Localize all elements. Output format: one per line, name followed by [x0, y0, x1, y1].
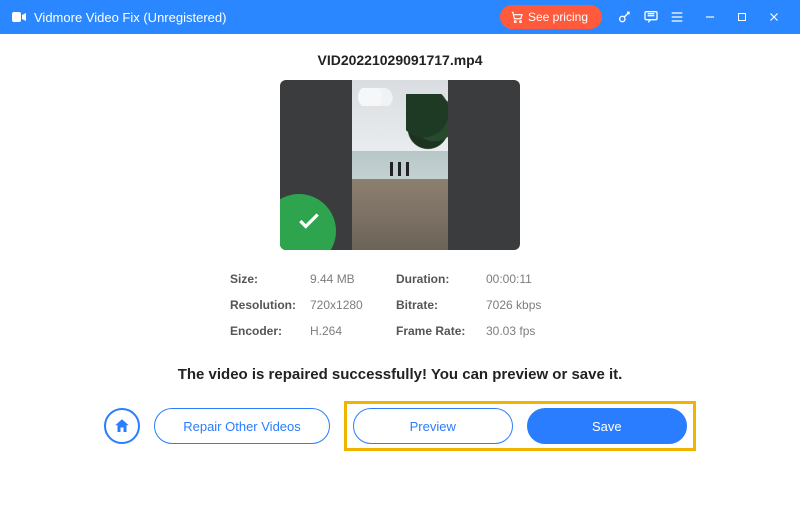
home-icon [113, 417, 131, 435]
preview-button[interactable]: Preview [353, 408, 513, 444]
see-pricing-label: See pricing [528, 10, 588, 24]
app-logo-icon [10, 8, 28, 26]
video-metadata: Size: 9.44 MB Duration: 00:00:11 Resolut… [230, 272, 570, 338]
titlebar: Vidmore Video Fix (Unregistered) See pri… [0, 0, 800, 34]
preview-label: Preview [410, 419, 456, 434]
close-button[interactable] [758, 4, 790, 30]
duration-label: Duration: [396, 272, 480, 286]
success-check-badge [280, 194, 336, 250]
menu-icon[interactable] [664, 4, 690, 30]
highlight-annotation: Preview Save [344, 401, 696, 451]
feedback-icon[interactable] [638, 4, 664, 30]
size-value: 9.44 MB [310, 272, 390, 286]
video-thumbnail [280, 80, 520, 250]
check-icon [296, 208, 322, 234]
status-message: The video is repaired successfully! You … [178, 366, 623, 383]
framerate-label: Frame Rate: [396, 324, 480, 338]
home-button[interactable] [104, 408, 140, 444]
duration-value: 00:00:11 [486, 272, 566, 286]
save-button[interactable]: Save [527, 408, 687, 444]
bitrate-label: Bitrate: [396, 298, 480, 312]
key-icon[interactable] [612, 4, 638, 30]
encoder-value: H.264 [310, 324, 390, 338]
resolution-label: Resolution: [230, 298, 304, 312]
app-title: Vidmore Video Fix (Unregistered) [34, 10, 226, 25]
resolution-value: 720x1280 [310, 298, 390, 312]
repair-other-label: Repair Other Videos [183, 419, 301, 434]
save-label: Save [592, 419, 622, 434]
cart-icon [510, 10, 524, 24]
bitrate-value: 7026 kbps [486, 298, 566, 312]
minimize-button[interactable] [694, 4, 726, 30]
file-name: VID20221029091717.mp4 [317, 52, 482, 68]
maximize-button[interactable] [726, 4, 758, 30]
size-label: Size: [230, 272, 304, 286]
repair-other-button[interactable]: Repair Other Videos [154, 408, 330, 444]
action-row: Repair Other Videos Preview Save [104, 401, 696, 451]
framerate-value: 30.03 fps [486, 324, 566, 338]
thumbnail-image [352, 80, 448, 250]
main-content: VID20221029091717.mp4 Size: 9.44 MB Dura… [0, 34, 800, 451]
encoder-label: Encoder: [230, 324, 304, 338]
see-pricing-button[interactable]: See pricing [500, 5, 602, 29]
